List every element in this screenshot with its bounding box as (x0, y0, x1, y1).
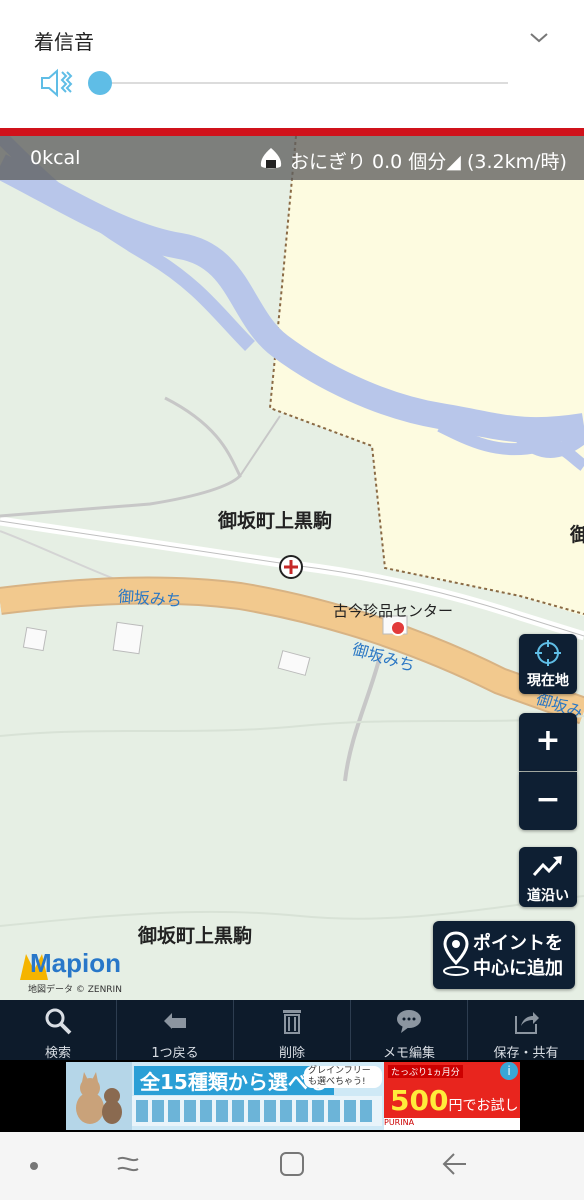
product-packages (132, 1096, 382, 1126)
ad-ribbon: たっぷり1ヵ月分 (388, 1065, 463, 1078)
volume-slider[interactable] (88, 70, 508, 96)
search-label: 検索 (44, 1046, 71, 1061)
target-icon (535, 640, 561, 666)
save-share-button[interactable]: 保存・共有 (468, 1000, 584, 1061)
trend-arrow-icon (532, 856, 562, 877)
current-location-button[interactable]: 現在地 (519, 634, 577, 694)
ringtone-label: 着信音 (34, 30, 94, 54)
calorie-bar[interactable]: 0kcal おにぎり 0.0 個分◢ (3.2km/時) (0, 136, 584, 180)
speech-bubble-icon (397, 1010, 421, 1033)
share-icon (515, 1012, 539, 1034)
poi-marker[interactable] (390, 620, 406, 636)
map-pin-icon (443, 931, 469, 976)
mapion-logo: Mapion (20, 948, 121, 980)
ad-area: 全15種類から選べる グレインフリーも選べちゃう! たっぷり1ヵ月分 500円で… (0, 1060, 584, 1132)
chevron-down-icon[interactable] (528, 26, 550, 48)
delete-label: 削除 (278, 1046, 305, 1061)
volume-panel: 着信音 (0, 0, 584, 128)
area-label: 御坂町上黒駒 (138, 925, 253, 947)
zoom-out-label: − (535, 782, 561, 817)
riceball-icon (260, 148, 282, 169)
dot-icon[interactable] (28, 1160, 40, 1172)
trash-icon (283, 1010, 301, 1034)
current-location-label: 現在地 (527, 673, 569, 689)
ad-grain-free: グレインフリーも選べちゃう! (304, 1066, 382, 1088)
zoom-in-label: + (535, 723, 561, 758)
poi-label[interactable]: 古今珍品センター (333, 600, 453, 621)
map-center-crosshair-icon (279, 555, 303, 579)
along-road-label: 道沿い (527, 888, 569, 904)
zoom-out-button[interactable]: − (519, 772, 577, 830)
back-arrow-icon (164, 1013, 186, 1029)
map-credit: 地図データ © ZENRIN (28, 985, 122, 995)
add-point-label: ポイントを 中心に追加 (473, 931, 563, 981)
road-label: 御坂みち (117, 586, 183, 611)
delete-button[interactable]: 削除 (234, 1000, 351, 1061)
map-view[interactable]: 0kcal おにぎり 0.0 個分◢ (3.2km/時) 御坂町上黒駒 御坂町上… (0, 136, 584, 1000)
ad-price-value: 500 (390, 1084, 449, 1117)
back-icon[interactable] (440, 1150, 468, 1178)
add-point-text: ポイントを 中心に追加 (473, 933, 563, 979)
recent-apps-icon[interactable] (114, 1150, 142, 1178)
memo-edit-label: メモ編集 (382, 1046, 435, 1061)
zoom-in-button[interactable]: + (519, 713, 577, 771)
ad-brand: PURINA (384, 1118, 520, 1130)
header-accent-bar (0, 128, 584, 136)
ad-price-suffix: 円でお試し (448, 1098, 519, 1114)
svg-text:Mapion: Mapion (30, 948, 121, 978)
home-icon[interactable] (278, 1150, 306, 1178)
ad-price: 500円でお試し (390, 1084, 518, 1117)
memo-edit-button[interactable]: メモ編集 (351, 1000, 468, 1061)
riceball-count[interactable]: おにぎり 0.0 個分◢ (3.2km/時) (290, 147, 567, 174)
area-label-edge: 御 (570, 524, 584, 546)
vibrate-icon[interactable] (38, 66, 74, 100)
undo-button[interactable]: 1つ戻る (117, 1000, 234, 1061)
kcal-value: 0kcal (30, 147, 81, 169)
bottom-toolbar: 検索 1つ戻る 削除 メモ編集 保存・共有 (0, 1000, 584, 1061)
area-label: 御坂町上黒駒 (218, 510, 333, 532)
volume-thumb[interactable] (88, 71, 112, 95)
ad-info-icon[interactable]: i (500, 1062, 518, 1080)
add-point-button[interactable]: ポイントを 中心に追加 (433, 921, 575, 989)
volume-track (100, 82, 508, 84)
cat-image (66, 1062, 132, 1130)
system-nav-bar (0, 1132, 584, 1200)
magnifier-icon (45, 1008, 72, 1035)
search-button[interactable]: 検索 (0, 1000, 117, 1061)
ad-banner[interactable]: 全15種類から選べる グレインフリーも選べちゃう! たっぷり1ヵ月分 500円で… (66, 1062, 520, 1130)
save-share-label: 保存・共有 (493, 1046, 559, 1061)
undo-label: 1つ戻る (151, 1046, 199, 1061)
along-road-button[interactable]: 道沿い (519, 847, 577, 907)
